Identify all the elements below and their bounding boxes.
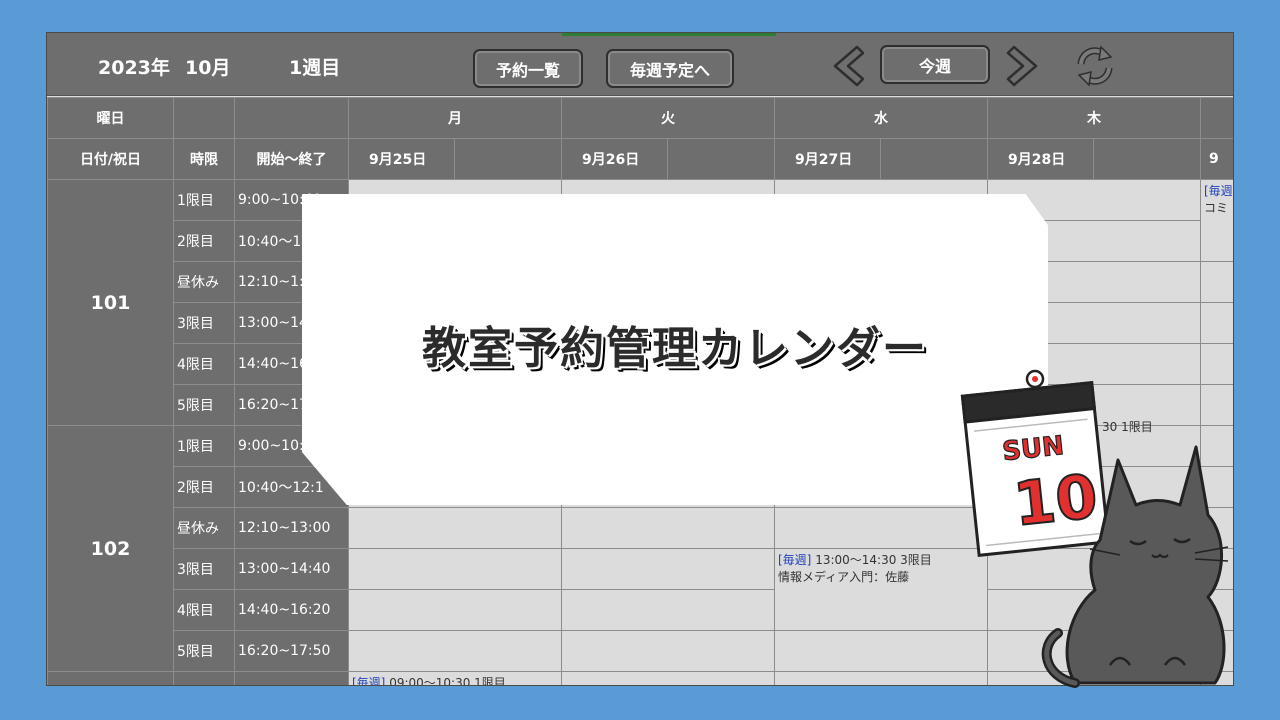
slot-cell[interactable] <box>774 671 988 685</box>
slot-cell[interactable]: [毎週コミ <box>1200 179 1233 262</box>
reservation-list-button[interactable]: 予約一覧 <box>473 49 583 88</box>
time-label: 16:20~17:50 <box>234 630 349 672</box>
weekly-tag: [毎週] <box>778 553 812 567</box>
date-thu: 9月28日 <box>987 138 1094 180</box>
period-label: 1限目 <box>173 179 235 221</box>
date-mon: 9月25日 <box>348 138 455 180</box>
date-fri: 9 <box>1200 138 1233 180</box>
period-label: 1限目 <box>173 425 235 467</box>
slot-cell[interactable] <box>348 507 562 549</box>
period-label: 2限目 <box>173 220 235 262</box>
event-title: コミ <box>1204 201 1229 215</box>
period-label: 4限目 <box>173 589 235 631</box>
weekday-row: 曜日 月 火 水 木 <box>47 97 1233 139</box>
calendar-date-label: 10 <box>1010 462 1100 540</box>
time-label: 9:00~10:40 <box>234 671 349 685</box>
slot-cell[interactable] <box>561 548 775 590</box>
room-name: 101 <box>47 179 174 426</box>
month-label: 10月 <box>185 57 231 79</box>
slot-cell[interactable] <box>561 630 775 672</box>
page-title: 教室予約管理カレンダー <box>422 323 928 374</box>
period-label: 5限目 <box>173 630 235 672</box>
day-thu: 木 <box>987 97 1201 139</box>
weekly-schedule-button[interactable]: 毎週予定へ <box>606 49 734 88</box>
slot-cell[interactable] <box>1200 261 1233 303</box>
event-cell[interactable]: [毎週] 13:00～14:30 3限目情報メディア入門：佐藤 <box>774 548 988 631</box>
prev-week-icon[interactable] <box>823 43 869 89</box>
slot-cell[interactable] <box>348 589 562 631</box>
next-week-icon[interactable] <box>1002 43 1048 89</box>
period-label: 1限目 <box>173 671 235 685</box>
period-label: 昼休み <box>173 261 235 303</box>
day-wed: 水 <box>774 97 988 139</box>
weekly-tag: [毎週 <box>1204 184 1233 198</box>
slot-cell[interactable] <box>774 630 988 672</box>
active-indicator <box>562 33 776 36</box>
calendar-day-label: SUN <box>1001 431 1065 467</box>
date-row: 日付/祝日 時限 開始～終了 9月25日 9月26日 9月27日 9月28日 9 <box>47 138 1233 180</box>
time-label: 13:00~14:40 <box>234 548 349 590</box>
toolbar: 2023年 10月 1週目 予約一覧 毎週予定へ 今週 <box>47 33 1233 96</box>
day-mon: 月 <box>348 97 562 139</box>
period-label: 5限目 <box>173 384 235 426</box>
period-label: 3限目 <box>173 548 235 590</box>
refresh-icon[interactable] <box>1072 43 1118 89</box>
slot-cell[interactable] <box>774 507 988 549</box>
time-header: 開始～終了 <box>234 138 349 180</box>
weekly-tag: [毎週] <box>352 676 386 686</box>
date-header: 日付/祝日 <box>47 138 174 180</box>
event-title: 情報メディア入門：佐藤 <box>778 570 910 584</box>
date-tue: 9月26日 <box>561 138 668 180</box>
date-wed: 9月27日 <box>774 138 881 180</box>
slot-cell[interactable] <box>348 548 562 590</box>
room-name <box>47 671 174 685</box>
slot-cell[interactable] <box>348 630 562 672</box>
period-label: 4限目 <box>173 343 235 385</box>
slot-cell[interactable] <box>561 589 775 631</box>
day-tue: 火 <box>561 97 775 139</box>
event-cell[interactable]: [毎週] 09:00～10:30 1限目 <box>348 671 562 686</box>
year-label: 2023年 <box>98 57 170 79</box>
slot-cell[interactable] <box>561 507 775 549</box>
room-name: 102 <box>47 425 174 672</box>
slot-cell[interactable] <box>561 671 775 685</box>
period-label: 3限目 <box>173 302 235 344</box>
period-header: 時限 <box>173 138 235 180</box>
this-week-button[interactable]: 今週 <box>880 45 990 84</box>
period-label: 昼休み <box>173 507 235 549</box>
time-label: 12:10~13:00 <box>234 507 349 549</box>
calendar-cat-illustration: SUN 10 <box>960 369 1229 688</box>
weekday-header: 曜日 <box>47 97 174 139</box>
period-label: 2限目 <box>173 466 235 508</box>
week-label: 1週目 <box>289 57 341 79</box>
event-time: 13:00～14:30 3限目 <box>811 553 932 567</box>
time-label: 14:40~16:20 <box>234 589 349 631</box>
slot-cell[interactable] <box>1200 302 1233 344</box>
event-time: 09:00～10:30 1限目 <box>385 676 506 686</box>
